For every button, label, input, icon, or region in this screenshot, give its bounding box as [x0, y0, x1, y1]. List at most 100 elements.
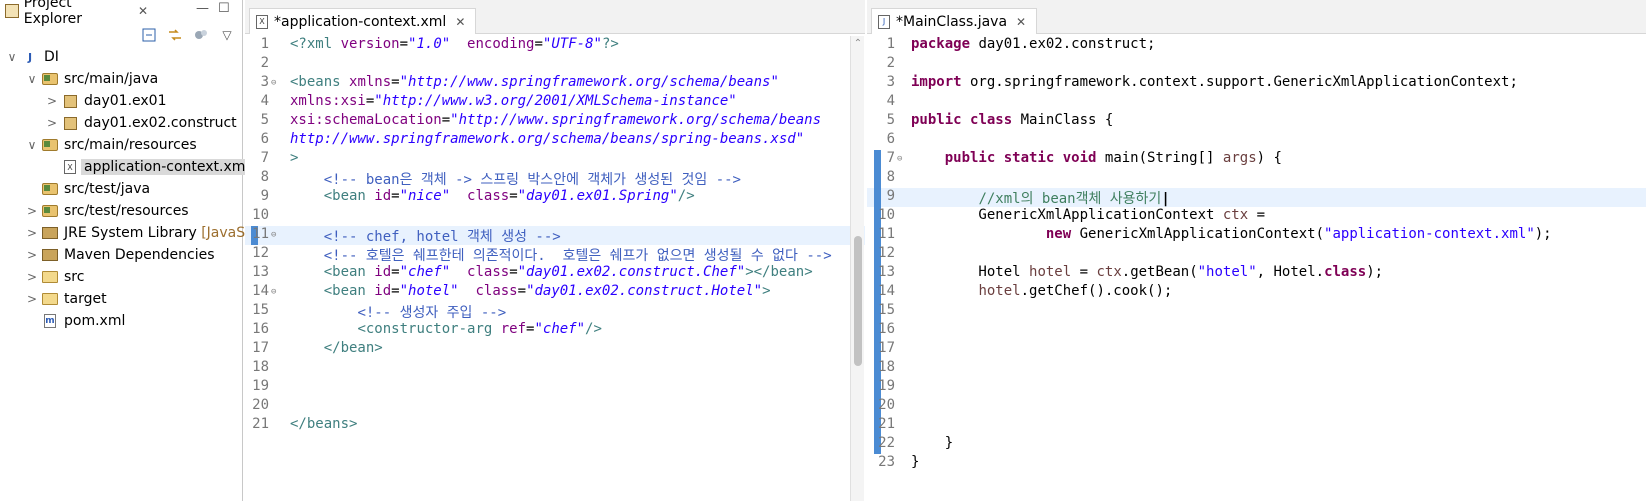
- code-line[interactable]: 5 xsi:schemaLocation="http://www.springfr…: [245, 112, 865, 131]
- java-code-area[interactable]: 1 package day01.ex02.construct; 2 3 import o…: [867, 36, 1646, 501]
- code-line[interactable]: 10: [245, 207, 865, 226]
- code-line[interactable]: 20: [245, 397, 865, 416]
- code-token: );: [1534, 226, 1552, 242]
- scroll-up-icon[interactable]: ⌃: [851, 38, 865, 49]
- xml-vertical-scrollbar[interactable]: ⌃: [850, 36, 864, 501]
- code-line[interactable]: 9 //xml의 bean객체 사용하기|: [867, 188, 1646, 207]
- code-line[interactable]: 21 </beans>: [245, 416, 865, 435]
- code-line[interactable]: 3 import org.springframework.context.supp…: [867, 74, 1646, 93]
- line-number: 1: [886, 36, 895, 52]
- code-line[interactable]: 16: [867, 321, 1646, 340]
- chevron-right-icon[interactable]: >: [26, 270, 38, 284]
- code-line[interactable]: 3 ⊖ <beans xmlns="http://www.springframewo…: [245, 74, 865, 93]
- code-token: "chef": [534, 321, 586, 337]
- code-line[interactable]: 13 <bean id="chef" class="day01.ex02.con…: [245, 264, 865, 283]
- code-line[interactable]: 6: [867, 131, 1646, 150]
- chevron-down-icon[interactable]: ∨: [26, 138, 38, 152]
- code-line[interactable]: 19: [245, 378, 865, 397]
- xml-code-area[interactable]: 1 <?xml version="1.0" encoding="UTF-8"?> 2…: [245, 36, 865, 501]
- code-line[interactable]: 15: [867, 302, 1646, 321]
- scrollbar-thumb[interactable]: [854, 236, 862, 366]
- code-line[interactable]: 10⚠ GenericXmlApplicationContext ctx =: [867, 207, 1646, 226]
- tree-item[interactable]: > day01.ex02.construct: [0, 112, 242, 134]
- tree-item[interactable]: Xapplication-context.xml: [0, 156, 253, 178]
- code-token: <bean: [323, 188, 375, 204]
- fold-collapse-icon[interactable]: ⊖: [897, 154, 902, 164]
- code-line[interactable]: 2: [245, 55, 865, 74]
- tree-item[interactable]: > src: [0, 266, 242, 288]
- code-line[interactable]: 1 package day01.ex02.construct;: [867, 36, 1646, 55]
- collapse-all-icon[interactable]: [140, 27, 158, 43]
- link-with-editor-icon[interactable]: [166, 27, 184, 43]
- code-line[interactable]: 12: [867, 245, 1646, 264]
- code-line[interactable]: 14 ⊖ <bean id="hotel" class="day01.ex02.c…: [245, 283, 865, 302]
- code-line[interactable]: 18: [245, 359, 865, 378]
- code-line[interactable]: 21: [867, 416, 1646, 435]
- chevron-right-icon[interactable]: >: [26, 248, 38, 262]
- chevron-right-icon[interactable]: >: [46, 94, 58, 108]
- code-line[interactable]: 7 ⊖ public static void main(String[] args…: [867, 150, 1646, 169]
- tree-item[interactable]: > JRE System Library [JavaSE-: [0, 222, 259, 244]
- code-line[interactable]: 4: [867, 93, 1646, 112]
- code-line[interactable]: 12 <!-- 호텔은 쉐프한테 의존적이다. 호텔은 쉐프가 없으면 생성될 …: [245, 245, 865, 264]
- code-line[interactable]: 16 <constructor-arg ref="chef"/>: [245, 321, 865, 340]
- maximize-icon[interactable]: ☐: [218, 1, 230, 16]
- line-number: 2: [886, 55, 895, 71]
- tree-item[interactable]: ∨ J DI: [0, 46, 242, 68]
- code-line[interactable]: 11 ⊖ <!-- chef, hotel 객체 생성 -->: [245, 226, 865, 245]
- code-token: class: [467, 264, 510, 280]
- code-line[interactable]: 4 xmlns:xsi="http://www.w3.org/2001/XMLSc…: [245, 93, 865, 112]
- code-token: GenericXmlApplicationContext(: [1071, 226, 1325, 242]
- fold-collapse-icon[interactable]: ⊖: [271, 78, 276, 88]
- code-line[interactable]: 2: [867, 55, 1646, 74]
- chevron-right-icon[interactable]: >: [26, 204, 38, 218]
- text-caret: |: [1161, 191, 1170, 207]
- code-line[interactable]: 8: [867, 169, 1646, 188]
- line-number: 15: [252, 302, 269, 318]
- code-line[interactable]: 5 public class MainClass {: [867, 112, 1646, 131]
- tree-item[interactable]: m pom.xml: [0, 310, 242, 332]
- minimize-icon[interactable]: —: [196, 1, 209, 16]
- tree-item[interactable]: ∨ src/main/java: [0, 68, 242, 90]
- close-icon[interactable]: ✕: [1016, 15, 1026, 29]
- code-line[interactable]: 17: [867, 340, 1646, 359]
- tree-item[interactable]: ∨ src/main/resources: [0, 134, 242, 156]
- code-line[interactable]: 15 <!-- 생성자 주입 -->: [245, 302, 865, 321]
- code-line[interactable]: 18: [867, 359, 1646, 378]
- tree-item[interactable]: > target: [0, 288, 242, 310]
- code-line[interactable]: 1 <?xml version="1.0" encoding="UTF-8"?>: [245, 36, 865, 55]
- tree-item[interactable]: > Maven Dependencies: [0, 244, 242, 266]
- code-line[interactable]: 9 <bean id="nice" class="day01.ex01.Spri…: [245, 188, 865, 207]
- tab-application-context-xml[interactable]: X *application-context.xml ✕: [249, 8, 477, 34]
- code-line[interactable]: 17 </bean>: [245, 340, 865, 359]
- code-line[interactable]: 13 Hotel hotel = ctx.getBean("hotel", Ho…: [867, 264, 1646, 283]
- tree-item[interactable]: > src/test/resources: [0, 200, 242, 222]
- view-menu-icon[interactable]: ▽: [218, 27, 236, 43]
- tab-mainclass-java[interactable]: J *MainClass.java ✕: [871, 8, 1038, 34]
- chevron-right-icon[interactable]: >: [26, 292, 38, 306]
- tree-item[interactable]: > day01.ex01: [0, 90, 242, 112]
- code-line[interactable]: 6 http://www.springframework.org/schema/b…: [245, 131, 865, 150]
- code-line[interactable]: 23}: [867, 454, 1646, 473]
- code-line[interactable]: 22 }: [867, 435, 1646, 454]
- chevron-down-icon[interactable]: ∨: [26, 72, 38, 86]
- chevron-right-icon[interactable]: >: [26, 226, 38, 240]
- code-line[interactable]: 14 hotel.getChef().cook();: [867, 283, 1646, 302]
- code-line[interactable]: 8 <!-- bean은 객체 -> 스프링 박스안에 객체가 생성된 것임 -…: [245, 169, 865, 188]
- filters-icon[interactable]: [192, 27, 210, 43]
- close-icon[interactable]: ✕: [455, 15, 465, 29]
- code-token: "http://www.springframework.org/schema/b…: [450, 112, 822, 128]
- close-icon[interactable]: ✕: [138, 4, 148, 18]
- tab-project-explorer[interactable]: Project Explorer ✕: [0, 0, 148, 27]
- chevron-right-icon[interactable]: >: [46, 116, 58, 130]
- code-line[interactable]: 19: [867, 378, 1646, 397]
- fold-collapse-icon[interactable]: ⊖: [271, 287, 276, 297]
- code-token: }: [911, 454, 920, 470]
- chevron-down-icon[interactable]: ∨: [6, 50, 18, 64]
- maven-file-icon-shape: m: [44, 314, 56, 328]
- fold-collapse-icon[interactable]: ⊖: [271, 230, 276, 240]
- tree-item[interactable]: src/test/java: [0, 178, 242, 200]
- code-line[interactable]: 7 >: [245, 150, 865, 169]
- code-line[interactable]: 20: [867, 397, 1646, 416]
- code-line[interactable]: 11 new GenericXmlApplicationContext("app…: [867, 226, 1646, 245]
